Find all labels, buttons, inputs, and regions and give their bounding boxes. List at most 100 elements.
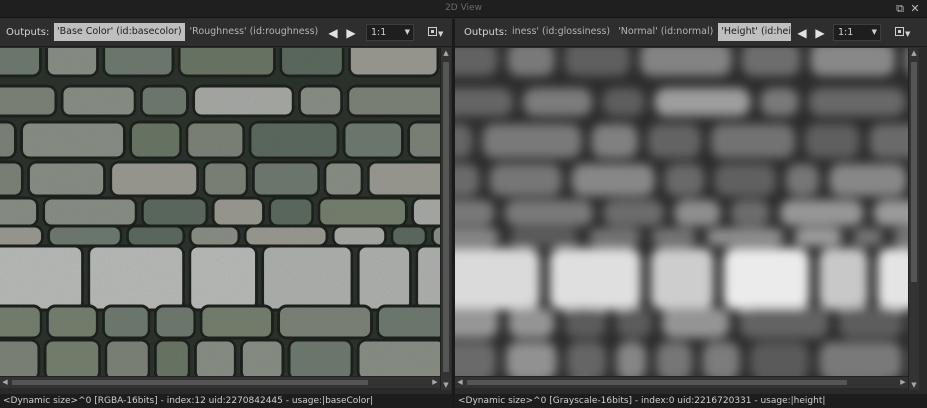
stone bbox=[192, 84, 295, 118]
stone bbox=[185, 120, 246, 160]
scroll-down-icon[interactable]: ▼ bbox=[909, 380, 919, 390]
tab-height[interactable]: 'Height' (id:height) bbox=[718, 23, 791, 41]
height-stone bbox=[522, 88, 593, 116]
scroll-thumb[interactable] bbox=[911, 62, 917, 282]
next-output-button[interactable]: ▶ bbox=[344, 25, 358, 41]
stone bbox=[0, 196, 40, 228]
stone bbox=[342, 120, 405, 160]
height-stone bbox=[647, 124, 701, 158]
stone bbox=[42, 196, 138, 228]
close-window-icon[interactable]: ✕ bbox=[908, 2, 922, 16]
stone bbox=[101, 304, 151, 340]
right-horizontal-scrollbar[interactable]: ◀ ▶ bbox=[455, 376, 908, 388]
stone bbox=[47, 224, 123, 248]
scroll-thumb[interactable] bbox=[467, 380, 847, 385]
height-stone bbox=[591, 124, 638, 158]
height-stone bbox=[779, 200, 864, 226]
height-stone bbox=[838, 308, 904, 338]
left-output-tabs: 'Base Color' (id:basecolor) 'Roughness' (… bbox=[54, 23, 322, 41]
height-stone bbox=[616, 342, 647, 376]
stone bbox=[323, 160, 364, 198]
height-stone bbox=[664, 164, 705, 196]
export-button[interactable]: ▼ bbox=[428, 25, 446, 40]
height-stone bbox=[714, 164, 776, 196]
stone bbox=[356, 338, 440, 376]
prev-output-button[interactable]: ◀ bbox=[326, 25, 340, 41]
scroll-right-icon[interactable]: ▶ bbox=[430, 377, 440, 388]
stone bbox=[317, 196, 408, 228]
height-stone bbox=[455, 124, 473, 158]
tab-roughness[interactable]: 'Roughness' (id:roughness) bbox=[187, 23, 322, 41]
right-vertical-scrollbar[interactable]: ▲ ▼ bbox=[908, 48, 919, 390]
restore-window-icon[interactable]: ⧉ bbox=[893, 2, 907, 16]
export-icon bbox=[428, 27, 437, 36]
export-button[interactable]: ▼ bbox=[895, 25, 913, 40]
stone bbox=[202, 160, 249, 198]
height-stone bbox=[455, 164, 480, 196]
stone bbox=[331, 224, 388, 248]
height-stone bbox=[509, 228, 579, 246]
stone bbox=[277, 304, 374, 340]
stone bbox=[211, 196, 266, 228]
zoom-value: 1:1 bbox=[371, 27, 387, 38]
scroll-down-icon[interactable]: ▼ bbox=[441, 380, 451, 390]
height-stone bbox=[564, 48, 631, 76]
zoom-select[interactable]: 1:1 ▼ bbox=[366, 24, 414, 41]
stone bbox=[251, 160, 321, 198]
height-stone bbox=[640, 48, 732, 76]
height-stone bbox=[455, 342, 496, 376]
height-stone bbox=[602, 88, 645, 116]
left-vertical-scrollbar[interactable]: ▲ ▼ bbox=[440, 48, 451, 390]
height-stone bbox=[829, 164, 907, 196]
right-output-tabs: iness' (id:glossiness) 'Normal' (id:norma… bbox=[509, 23, 791, 41]
chevron-down-icon: ▼ bbox=[871, 28, 877, 36]
height-stone bbox=[741, 48, 801, 76]
height-stone bbox=[508, 308, 555, 338]
height-stone bbox=[455, 248, 540, 310]
height-stone bbox=[877, 248, 908, 310]
stone bbox=[376, 304, 440, 340]
height-stone bbox=[730, 200, 770, 226]
stone bbox=[261, 244, 354, 312]
scroll-left-icon[interactable]: ◀ bbox=[0, 377, 10, 388]
stone bbox=[248, 120, 340, 160]
scroll-thumb[interactable] bbox=[443, 62, 449, 372]
outputs-label: Outputs: bbox=[6, 27, 50, 38]
next-output-button[interactable]: ▶ bbox=[813, 25, 827, 41]
height-stone bbox=[785, 164, 820, 196]
chevron-down-icon: ▼ bbox=[905, 30, 911, 38]
height-stone bbox=[455, 88, 513, 116]
stone bbox=[109, 160, 200, 198]
tab-glossiness[interactable]: iness' (id:glossiness) bbox=[509, 23, 613, 41]
height-stone bbox=[739, 308, 829, 338]
tab-base-color[interactable]: 'Base Color' (id:basecolor) bbox=[54, 23, 185, 41]
height-map-viewport[interactable] bbox=[455, 48, 908, 376]
height-stone bbox=[455, 228, 500, 246]
left-toolbar: Outputs: 'Base Color' (id:basecolor) 'Rou… bbox=[0, 19, 452, 47]
stone bbox=[0, 244, 85, 312]
height-stone bbox=[571, 164, 655, 196]
stone bbox=[193, 338, 237, 376]
height-stone bbox=[794, 228, 843, 246]
left-horizontal-scrollbar[interactable]: ◀ ▶ bbox=[0, 376, 440, 388]
stone bbox=[0, 84, 58, 118]
stone bbox=[410, 196, 440, 228]
tab-normal[interactable]: 'Normal' (id:normal) bbox=[615, 23, 716, 41]
stone bbox=[153, 304, 197, 340]
scroll-left-icon[interactable]: ◀ bbox=[455, 377, 465, 388]
left-view-pane: Outputs: 'Base Color' (id:basecolor) 'Rou… bbox=[0, 19, 452, 408]
base-color-viewport[interactable] bbox=[0, 48, 440, 376]
scroll-right-icon[interactable]: ▶ bbox=[898, 377, 908, 388]
height-stone bbox=[710, 124, 796, 158]
scroll-thumb[interactable] bbox=[12, 380, 368, 385]
scroll-up-icon[interactable]: ▲ bbox=[441, 48, 451, 58]
export-icon bbox=[895, 27, 904, 36]
prev-output-button[interactable]: ◀ bbox=[795, 25, 809, 41]
height-stone bbox=[869, 124, 908, 158]
stone bbox=[297, 84, 344, 118]
stone bbox=[177, 48, 277, 78]
height-stone bbox=[650, 248, 714, 310]
scroll-up-icon[interactable]: ▲ bbox=[909, 48, 919, 58]
height-stone bbox=[505, 342, 557, 376]
zoom-select[interactable]: 1:1 ▼ bbox=[833, 24, 881, 41]
